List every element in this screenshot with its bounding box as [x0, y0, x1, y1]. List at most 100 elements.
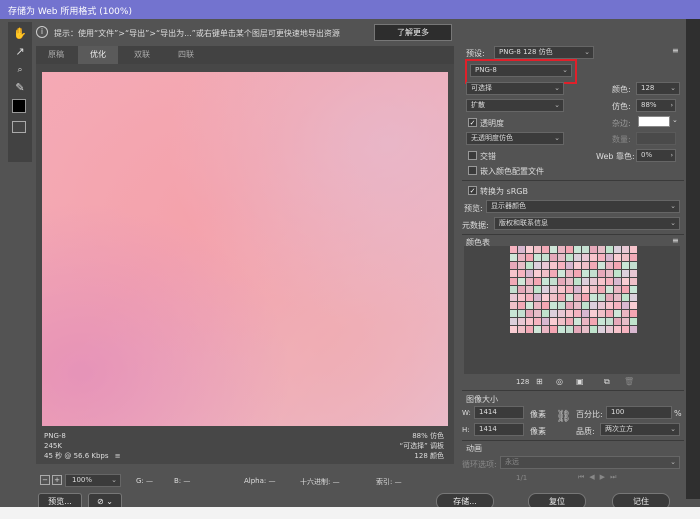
color-swatch[interactable]: [630, 302, 637, 309]
color-swatch[interactable]: [598, 310, 605, 317]
interlaced-checkbox[interactable]: [468, 151, 477, 160]
color-swatch[interactable]: [630, 246, 637, 253]
color-swatch[interactable]: [614, 302, 621, 309]
color-swatch[interactable]: [550, 310, 557, 317]
color-swatch[interactable]: [510, 294, 517, 301]
width-field[interactable]: 1414: [474, 406, 524, 419]
color-swatch[interactable]: [566, 246, 573, 253]
panel-menu-icon[interactable]: ≡: [672, 46, 679, 55]
color-swatch[interactable]: [558, 310, 565, 317]
color-swatch[interactable]: [518, 302, 525, 309]
color-swatch[interactable]: [534, 278, 541, 285]
color-swatch[interactable]: [582, 246, 589, 253]
color-swatch[interactable]: [558, 302, 565, 309]
color-swatch[interactable]: [598, 262, 605, 269]
color-swatch[interactable]: [598, 254, 605, 261]
color-swatch[interactable]: [550, 254, 557, 261]
color-swatch[interactable]: [614, 326, 621, 333]
color-swatch[interactable]: [622, 294, 629, 301]
color-swatch[interactable]: [534, 302, 541, 309]
color-reduction-select[interactable]: 可选择 ⌄: [466, 82, 564, 95]
color-swatch[interactable]: [550, 278, 557, 285]
color-swatch[interactable]: [526, 270, 533, 277]
color-swatch[interactable]: [582, 286, 589, 293]
color-swatch[interactable]: [606, 262, 613, 269]
dither-algorithm-select[interactable]: 扩散 ⌄: [466, 99, 564, 112]
color-swatch[interactable]: [526, 286, 533, 293]
color-swatch[interactable]: [574, 294, 581, 301]
color-swatch[interactable]: [614, 262, 621, 269]
color-swatch[interactable]: [582, 270, 589, 277]
colors-select[interactable]: 128 ⌄: [636, 82, 680, 95]
color-swatch[interactable]: [606, 286, 613, 293]
color-swatch[interactable]: [590, 246, 597, 253]
color-swatch[interactable]: [598, 278, 605, 285]
color-swatch[interactable]: [566, 310, 573, 317]
color-swatch[interactable]: [534, 310, 541, 317]
color-swatch[interactable]: [606, 254, 613, 261]
height-field[interactable]: 1414: [474, 423, 524, 436]
toggle-slices-icon[interactable]: [12, 121, 26, 133]
color-swatch[interactable]: [526, 254, 533, 261]
animation-controls[interactable]: ⏮◀▶⏭: [578, 473, 621, 482]
color-swatch[interactable]: [534, 254, 541, 261]
color-table-menu-icon[interactable]: ≡: [672, 236, 679, 245]
color-swatch[interactable]: [534, 326, 541, 333]
color-swatch[interactable]: [630, 326, 637, 333]
color-swatch[interactable]: [542, 246, 549, 253]
color-swatch[interactable]: [622, 262, 629, 269]
color-swatch[interactable]: [518, 278, 525, 285]
zoom-icon[interactable]: ⌕: [12, 62, 28, 78]
color-swatch[interactable]: [526, 246, 533, 253]
color-swatch[interactable]: [598, 246, 605, 253]
metadata-select[interactable]: 版权和联系信息 ⌄: [494, 217, 680, 230]
color-swatch[interactable]: [574, 246, 581, 253]
amount-field[interactable]: [636, 132, 676, 145]
color-swatch[interactable]: [630, 310, 637, 317]
color-swatch[interactable]: [558, 270, 565, 277]
color-swatch[interactable]: [510, 254, 517, 261]
color-swatch[interactable]: [582, 326, 589, 333]
color-swatch[interactable]: [566, 254, 573, 261]
transparency-map-icon[interactable]: ▣: [576, 377, 584, 386]
color-swatch[interactable]: [598, 294, 605, 301]
web-snap-field[interactable]: 0% ›: [636, 149, 676, 162]
color-swatch[interactable]: [542, 294, 549, 301]
hand-tool-icon[interactable]: ✋: [12, 26, 28, 42]
color-swatch[interactable]: [614, 270, 621, 277]
loop-select[interactable]: 永远 ⌄: [500, 456, 680, 469]
color-swatch[interactable]: [582, 318, 589, 325]
color-swatch[interactable]: [630, 294, 637, 301]
color-swatch[interactable]: [566, 286, 573, 293]
color-swatch[interactable]: [574, 326, 581, 333]
quality-select[interactable]: 两次立方 ⌄: [600, 423, 680, 436]
color-swatch[interactable]: [606, 310, 613, 317]
eyedropper-color-swatch[interactable]: [12, 99, 26, 113]
color-swatch[interactable]: [510, 326, 517, 333]
color-swatch[interactable]: [606, 318, 613, 325]
color-swatch[interactable]: [574, 302, 581, 309]
color-swatch[interactable]: [622, 246, 629, 253]
color-swatch[interactable]: [518, 262, 525, 269]
color-swatch[interactable]: [582, 302, 589, 309]
lock-color-icon[interactable]: ◎: [556, 377, 563, 386]
color-swatch[interactable]: [510, 286, 517, 293]
color-swatch[interactable]: [558, 262, 565, 269]
color-swatch[interactable]: [630, 254, 637, 261]
color-swatch[interactable]: [542, 278, 549, 285]
chevron-down-icon[interactable]: ⌄: [672, 116, 678, 124]
learn-more-button[interactable]: 了解更多: [374, 24, 452, 41]
new-color-icon[interactable]: ⧉: [604, 377, 610, 387]
zoom-level-select[interactable]: 100% ⌄: [65, 474, 121, 487]
color-swatch[interactable]: [614, 310, 621, 317]
tab-original[interactable]: 原稿: [36, 46, 76, 64]
color-swatch[interactable]: [590, 326, 597, 333]
color-swatch[interactable]: [550, 246, 557, 253]
color-swatch[interactable]: [558, 246, 565, 253]
color-swatch[interactable]: [590, 294, 597, 301]
color-swatch[interactable]: [542, 286, 549, 293]
color-swatch[interactable]: [550, 318, 557, 325]
tab-4up[interactable]: 四联: [166, 46, 206, 64]
color-swatch[interactable]: [510, 278, 517, 285]
color-table[interactable]: [510, 246, 638, 372]
